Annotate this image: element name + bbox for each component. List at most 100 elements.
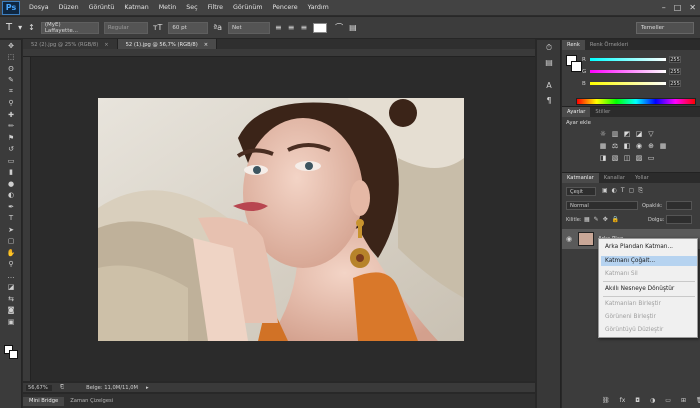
- type-tool-icon[interactable]: T: [6, 22, 12, 33]
- opacity-input[interactable]: [666, 201, 692, 210]
- default-colors-icon[interactable]: ◪: [0, 282, 22, 294]
- posterize-icon[interactable]: ▧: [610, 154, 620, 162]
- green-slider[interactable]: G 255: [582, 68, 681, 75]
- type-filter-icon[interactable]: T: [621, 187, 625, 195]
- slider-track[interactable]: [590, 58, 666, 61]
- menu-item-delete-layer[interactable]: Katmanı Sil: [605, 271, 638, 277]
- layer-filter-select[interactable]: Çeşit: [566, 187, 596, 196]
- text-tool-icon[interactable]: T: [0, 213, 22, 225]
- blue-slider[interactable]: B 255: [582, 80, 681, 87]
- fill-input[interactable]: [666, 215, 692, 224]
- tab-color[interactable]: Renk: [562, 40, 585, 50]
- crop-tool-icon[interactable]: ⌗: [0, 86, 22, 98]
- menu-item-layer-from-background[interactable]: Arka Plandan Katman...: [605, 244, 673, 250]
- menu-katman[interactable]: Katman: [119, 4, 153, 11]
- align-center-icon[interactable]: ≡: [288, 23, 295, 32]
- font-family-select[interactable]: (MyE) Laffayette...: [40, 21, 99, 34]
- tab-adjustments[interactable]: Ayarlar: [562, 107, 591, 117]
- black-white-icon[interactable]: ◧: [622, 142, 632, 150]
- pen-tool-icon[interactable]: ✒: [0, 201, 22, 213]
- close-icon[interactable]: ×: [204, 42, 208, 48]
- invert-icon[interactable]: ◨: [598, 154, 608, 162]
- smart-filter-icon[interactable]: ⎘: [638, 187, 643, 195]
- background-color-swatch[interactable]: [571, 61, 582, 72]
- color-lookup-icon[interactable]: ▦: [658, 142, 668, 150]
- lock-image-icon[interactable]: ✎: [594, 216, 599, 223]
- maximize-icon[interactable]: □: [674, 3, 682, 12]
- menu-metin[interactable]: Metin: [154, 4, 182, 11]
- red-slider[interactable]: R 255: [582, 56, 681, 63]
- warp-text-icon[interactable]: ⌒: [335, 22, 343, 33]
- blend-mode-select[interactable]: Normal: [566, 201, 638, 210]
- align-left-icon[interactable]: ≡: [275, 23, 282, 32]
- slider-track[interactable]: [590, 70, 666, 73]
- character-panel-icon[interactable]: ▤: [349, 23, 357, 32]
- fx-icon[interactable]: fx: [620, 397, 626, 404]
- eraser-tool-icon[interactable]: ▭: [0, 155, 22, 167]
- brightness-icon[interactable]: ☼: [598, 130, 608, 138]
- pixel-filter-icon[interactable]: ▣: [602, 187, 608, 195]
- menu-pencere[interactable]: Pencere: [267, 4, 302, 11]
- marquee-tool-icon[interactable]: ⬚: [0, 52, 22, 64]
- slider-track[interactable]: [590, 82, 666, 85]
- clone-stamp-tool-icon[interactable]: ⚑: [0, 132, 22, 144]
- move-tool-icon[interactable]: ✥: [0, 40, 22, 52]
- antialias-select[interactable]: Net: [228, 21, 271, 34]
- mask-icon[interactable]: ◘: [635, 397, 640, 404]
- healing-tool-icon[interactable]: ✚: [0, 109, 22, 121]
- chevron-down-icon[interactable]: ▾: [18, 23, 22, 32]
- menu-duzen[interactable]: Düzen: [54, 4, 84, 11]
- adjustment-layer-icon[interactable]: ◑: [650, 397, 655, 404]
- quick-select-tool-icon[interactable]: ✎: [0, 75, 22, 87]
- color-spectrum[interactable]: [576, 98, 696, 105]
- folder-icon[interactable]: ▭: [665, 397, 671, 404]
- threshold-icon[interactable]: ◫: [622, 154, 632, 162]
- orientation-toggle-icon[interactable]: ↕: [28, 23, 35, 32]
- status-arrow-icon[interactable]: ▸: [146, 385, 149, 391]
- menu-item-merge-visible[interactable]: Görüneni Birleştir: [605, 314, 656, 320]
- character-icon[interactable]: A: [537, 78, 561, 93]
- hue-saturation-icon[interactable]: ▦: [598, 142, 608, 150]
- eyedropper-tool-icon[interactable]: ⚲: [0, 98, 22, 110]
- close-icon[interactable]: ×: [104, 42, 108, 48]
- close-icon[interactable]: ✕: [689, 3, 696, 12]
- photo-filter-icon[interactable]: ◉: [634, 142, 644, 150]
- history-icon[interactable]: ⏱: [537, 40, 561, 55]
- document-image[interactable]: [98, 98, 464, 341]
- channel-mixer-icon[interactable]: ⊕: [646, 142, 656, 150]
- shape-tool-icon[interactable]: ▢: [0, 236, 22, 248]
- hand-tool-icon[interactable]: ✋: [0, 247, 22, 259]
- align-right-icon[interactable]: ≡: [300, 23, 307, 32]
- lock-position-icon[interactable]: ✥: [603, 216, 608, 223]
- font-size-select[interactable]: 60 pt: [168, 21, 209, 34]
- tab-swatches[interactable]: Renk Örnekleri: [585, 40, 633, 50]
- exposure-icon[interactable]: ◪: [634, 130, 644, 138]
- extra-tools-icon[interactable]: …: [0, 270, 22, 282]
- swap-colors-icon[interactable]: ⇆: [0, 293, 22, 305]
- font-style-select[interactable]: Regular: [103, 21, 148, 34]
- menu-filtre[interactable]: Filtre: [203, 4, 228, 11]
- selective-color-icon[interactable]: ▨: [634, 154, 644, 162]
- quick-mask-icon[interactable]: ◙: [0, 305, 22, 317]
- screen-mode-icon[interactable]: ▣: [0, 316, 22, 328]
- curves-icon[interactable]: ◩: [622, 130, 632, 138]
- text-color-swatch[interactable]: [313, 22, 328, 33]
- adjust-filter-icon[interactable]: ◐: [612, 187, 617, 195]
- status-icon[interactable]: ⎗: [60, 384, 64, 391]
- eye-icon[interactable]: ◉: [566, 235, 572, 243]
- tab-styles[interactable]: Stiller: [590, 107, 615, 117]
- blur-tool-icon[interactable]: ●: [0, 178, 22, 190]
- menu-goruntu[interactable]: Görüntü: [84, 4, 120, 11]
- gradient-map-icon[interactable]: ▭: [646, 154, 656, 162]
- history-brush-tool-icon[interactable]: ↺: [0, 144, 22, 156]
- tab-mini-bridge[interactable]: Mini Bridge: [23, 396, 65, 406]
- properties-icon[interactable]: ▤: [537, 55, 561, 70]
- menu-yardim[interactable]: Yardım: [303, 4, 334, 11]
- menu-sec[interactable]: Seç: [181, 4, 202, 11]
- vibrance-icon[interactable]: ▽: [646, 130, 656, 138]
- tab-paths[interactable]: Yollar: [630, 173, 654, 183]
- menu-gorunum[interactable]: Görünüm: [228, 4, 267, 11]
- doc-tab-1[interactable]: 52 (2).jpg @ 25% (RGB/8) ×: [23, 39, 118, 49]
- slider-value[interactable]: 255: [669, 56, 681, 63]
- background-color-swatch[interactable]: [9, 350, 18, 359]
